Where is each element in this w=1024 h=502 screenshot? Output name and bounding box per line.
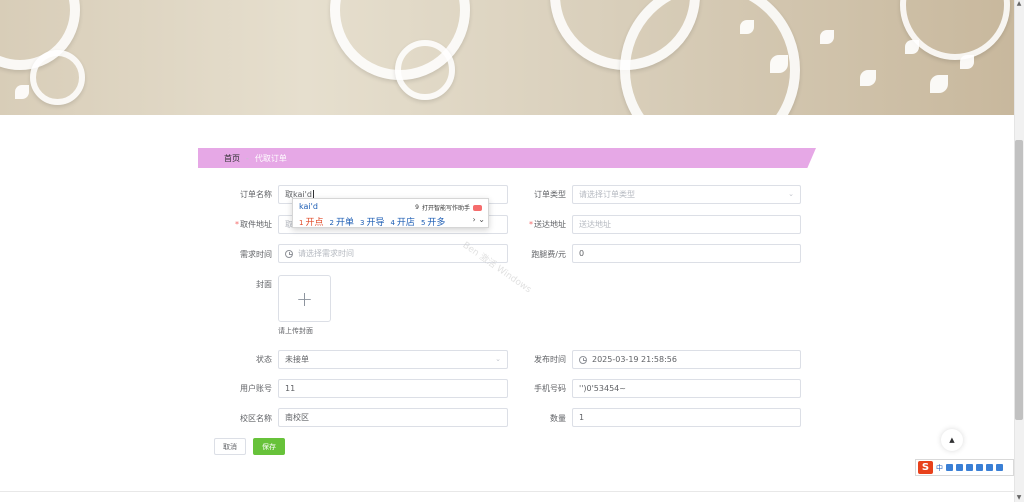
ime-next-page-icon[interactable]: › ⌄ xyxy=(473,215,485,224)
punctuation-icon[interactable] xyxy=(946,464,953,471)
page-scrollbar[interactable]: ▲ ▼ xyxy=(1014,0,1024,502)
ime-candidates: 1 开点 2 开单 3 开导 4 开店 5 开多 xyxy=(299,215,445,228)
campus-value: 南校区 xyxy=(285,413,309,422)
order-type-label: 订单类型 xyxy=(534,190,566,199)
quantity-label: 数量 xyxy=(550,414,566,423)
phone-value: '')0'53454~ xyxy=(579,384,626,393)
cancel-button[interactable]: 取消 xyxy=(214,438,246,455)
ime-candidate-popup: kai'd 9 打开智能写作助手 1 开点 2 开单 3 开导 4 开店 5 开多 › ⌄ xyxy=(292,198,489,228)
delivery-address-placeholder: 送达地址 xyxy=(579,220,611,229)
ime-candidate[interactable]: 3 开导 xyxy=(360,215,384,228)
order-name-label: 订单名称 xyxy=(240,190,272,199)
toolbox-icon[interactable] xyxy=(976,464,983,471)
scroll-down-icon[interactable]: ▼ xyxy=(1015,494,1023,502)
cover-upload-tip: 请上传封面 xyxy=(278,327,313,335)
delivery-address-input[interactable]: 送达地址 xyxy=(572,215,801,234)
ime-mode-toggle[interactable]: 中 xyxy=(936,463,943,473)
clock-icon xyxy=(579,355,587,364)
sogou-logo-icon[interactable]: S xyxy=(918,461,933,474)
menu-grid-icon[interactable] xyxy=(996,464,1003,471)
clock-icon xyxy=(285,249,293,258)
phone-label: 手机号码 xyxy=(534,384,566,393)
publish-time-value: 2025-03-19 21:58:56 xyxy=(592,355,677,364)
ime-composition: kai'd xyxy=(299,202,318,211)
back-to-top-icon: ▲ xyxy=(949,436,955,444)
ime-candidate[interactable]: 2 开单 xyxy=(329,215,353,228)
phone-input[interactable]: '')0'53454~ xyxy=(572,379,801,398)
order-type-placeholder: 请选择订单类型 xyxy=(579,190,635,199)
status-label: 状态 xyxy=(256,355,272,364)
breadcrumb: 首页 - 代取订单 xyxy=(198,148,816,168)
ime-toolbar[interactable]: S 中 xyxy=(915,459,1014,476)
cover-upload[interactable]: + xyxy=(278,275,331,322)
errand-fee-label: 跑腿费/元 xyxy=(531,250,566,259)
status-select[interactable]: 未接单 ⌄ xyxy=(278,350,508,369)
status-value: 未接单 xyxy=(285,355,309,364)
user-account-value: 11 xyxy=(285,384,296,393)
quantity-value: 1 xyxy=(579,413,585,422)
keyboard-icon[interactable] xyxy=(966,464,973,471)
assistant-badge-icon xyxy=(473,204,482,211)
quantity-input[interactable]: 1 xyxy=(572,408,801,427)
campus-input[interactable]: 南校区 xyxy=(278,408,508,427)
scroll-up-icon[interactable]: ▲ xyxy=(1015,0,1023,8)
order-type-select[interactable]: 请选择订单类型 ⌄ xyxy=(572,185,801,204)
errand-fee-input[interactable]: 0 xyxy=(572,244,801,263)
demand-time-placeholder: 请选择需求时间 xyxy=(298,249,354,258)
ime-candidate[interactable]: 1 开点 xyxy=(299,215,323,228)
publish-time-label: 发布时间 xyxy=(534,355,566,364)
plus-icon: + xyxy=(296,286,313,311)
user-account-label: 用户账号 xyxy=(240,384,272,393)
ime-candidate[interactable]: 4 开店 xyxy=(390,215,414,228)
breadcrumb-home[interactable]: 首页 xyxy=(224,153,240,164)
save-button[interactable]: 保存 xyxy=(253,438,285,455)
chevron-down-icon: ⌄ xyxy=(788,190,794,198)
chevron-down-icon: ⌄ xyxy=(495,355,501,363)
scroll-thumb[interactable] xyxy=(1015,140,1023,420)
delivery-address-label: *送达地址 xyxy=(529,220,566,229)
skin-icon[interactable] xyxy=(986,464,993,471)
user-account-input[interactable]: 11 xyxy=(278,379,508,398)
header-banner xyxy=(0,0,1014,115)
cover-label: 封面 xyxy=(256,280,272,289)
divider xyxy=(0,491,1014,492)
back-to-top-button[interactable]: ▲ xyxy=(941,429,963,451)
breadcrumb-current: 代取订单 xyxy=(254,153,287,163)
ime-assistant-tip[interactable]: 9 打开智能写作助手 xyxy=(415,203,482,212)
ime-candidate[interactable]: 5 开多 xyxy=(421,215,445,228)
breadcrumb-separator: - xyxy=(246,153,249,163)
pickup-address-label: *取件地址 xyxy=(235,220,272,229)
demand-time-label: 需求时间 xyxy=(240,250,272,259)
errand-fee-value: 0 xyxy=(579,249,585,258)
microphone-icon[interactable] xyxy=(956,464,963,471)
campus-label: 校区名称 xyxy=(240,414,272,423)
publish-time-picker[interactable]: 2025-03-19 21:58:56 xyxy=(572,350,801,369)
